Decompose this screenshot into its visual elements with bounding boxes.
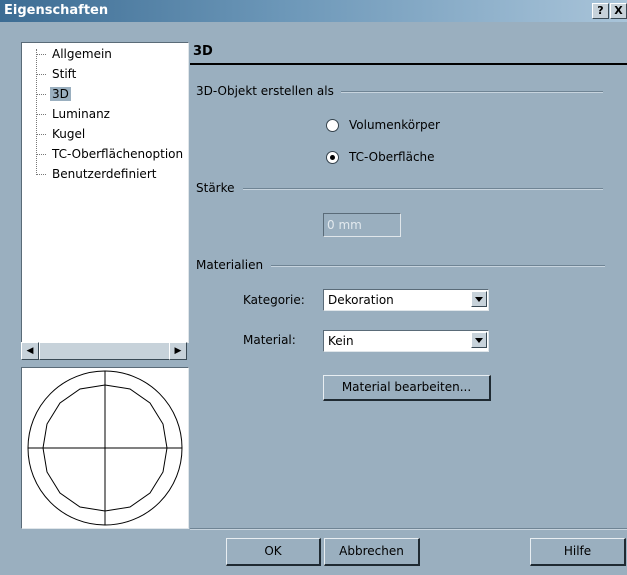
- tree-branch: [36, 114, 46, 115]
- thickness-input: 0 mm: [323, 213, 401, 237]
- tree-item-label: Benutzerdefiniert: [52, 167, 157, 181]
- tree-branch: [36, 94, 46, 95]
- material-value: Kein: [328, 334, 354, 348]
- materials-divider: [271, 265, 605, 267]
- header-divider: [190, 63, 627, 65]
- create-as-divider: [341, 91, 603, 93]
- title-bar[interactable]: Eigenschaften ? X: [0, 0, 627, 22]
- scroll-left-icon[interactable]: ◀: [21, 342, 39, 360]
- radio-button-volumenkoerper[interactable]: [326, 119, 339, 132]
- sphere-preview: [21, 367, 189, 529]
- materials-group-label: Materialien: [196, 258, 264, 272]
- radio-label-volumenkoerper: Volumenkörper: [349, 118, 440, 132]
- thickness-divider: [243, 188, 603, 190]
- tree-item-label: Stift: [52, 67, 77, 81]
- tree-horizontal-scrollbar[interactable]: ◀ ▶: [21, 342, 187, 360]
- page-title: 3D: [193, 44, 213, 59]
- category-label: Kategorie:: [243, 293, 305, 307]
- tree-item-label: Allgemein: [52, 47, 112, 61]
- category-tree[interactable]: Allgemein Stift 3D Luminanz Kugel TC-Obe…: [21, 42, 189, 343]
- tree-item-label: 3D: [50, 87, 71, 101]
- tree-item-label: TC-Oberflächenoption: [52, 147, 184, 161]
- create-as-group-label: 3D-Objekt erstellen als: [196, 84, 334, 98]
- scrollbar-thumb[interactable]: [39, 342, 171, 360]
- tree-branch: [36, 154, 46, 155]
- help-icon[interactable]: ?: [592, 3, 609, 19]
- cancel-button[interactable]: Abbrechen: [324, 538, 420, 566]
- material-label: Material:: [243, 333, 296, 347]
- category-dropdown[interactable]: Dekoration: [323, 289, 489, 311]
- tree-branch: [36, 134, 46, 135]
- sphere-preview-graphic: [27, 370, 183, 526]
- window-title: Eigenschaften: [4, 3, 109, 18]
- chevron-down-icon[interactable]: [471, 332, 487, 348]
- close-icon[interactable]: X: [610, 3, 627, 19]
- ok-button[interactable]: OK: [226, 538, 321, 566]
- tree-branch: [36, 174, 46, 175]
- tree-item-label: Luminanz: [52, 107, 110, 121]
- tree-branch: [36, 54, 46, 55]
- chevron-down-icon[interactable]: [471, 291, 487, 307]
- radio-label-tc-oberflaeche: TC-Oberfläche: [349, 150, 435, 164]
- help-button[interactable]: Hilfe: [530, 538, 626, 566]
- tree-item-label: Kugel: [52, 127, 86, 141]
- edit-material-button[interactable]: Material bearbeiten...: [323, 375, 491, 401]
- category-value: Dekoration: [328, 293, 394, 307]
- footer-divider: [190, 528, 627, 530]
- thickness-group-label: Stärke: [196, 181, 235, 195]
- radio-button-tc-oberflaeche[interactable]: [326, 151, 339, 164]
- material-dropdown[interactable]: Kein: [323, 330, 489, 352]
- tree-branch: [36, 74, 46, 75]
- scroll-right-icon[interactable]: ▶: [169, 342, 187, 360]
- properties-dialog: Eigenschaften ? X Allgemein Stift 3D Lum…: [0, 0, 627, 575]
